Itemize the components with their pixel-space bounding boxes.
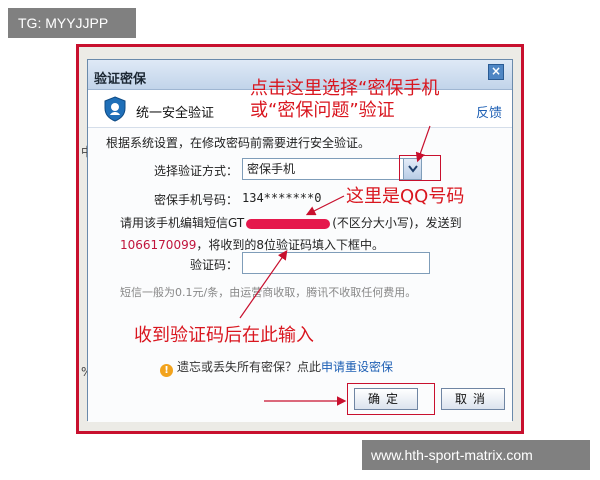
- arrow-to-redaction: [305, 195, 345, 216]
- annotation-arrows: [239, 125, 431, 406]
- watermark: www.hth-sport-matrix.com: [362, 440, 590, 470]
- annotation-qq-number: 这里是QQ号码: [346, 186, 465, 207]
- annotation-enter-code: 收到验证码后在此输入: [134, 325, 314, 346]
- dropdown-highlight-box: [399, 155, 441, 181]
- arrow-to-code-input: [239, 250, 288, 319]
- annotation-choose-line2: 或“密保问题”验证: [250, 100, 395, 121]
- annotation-choose-line1: 点击这里选择“密保手机: [250, 78, 440, 99]
